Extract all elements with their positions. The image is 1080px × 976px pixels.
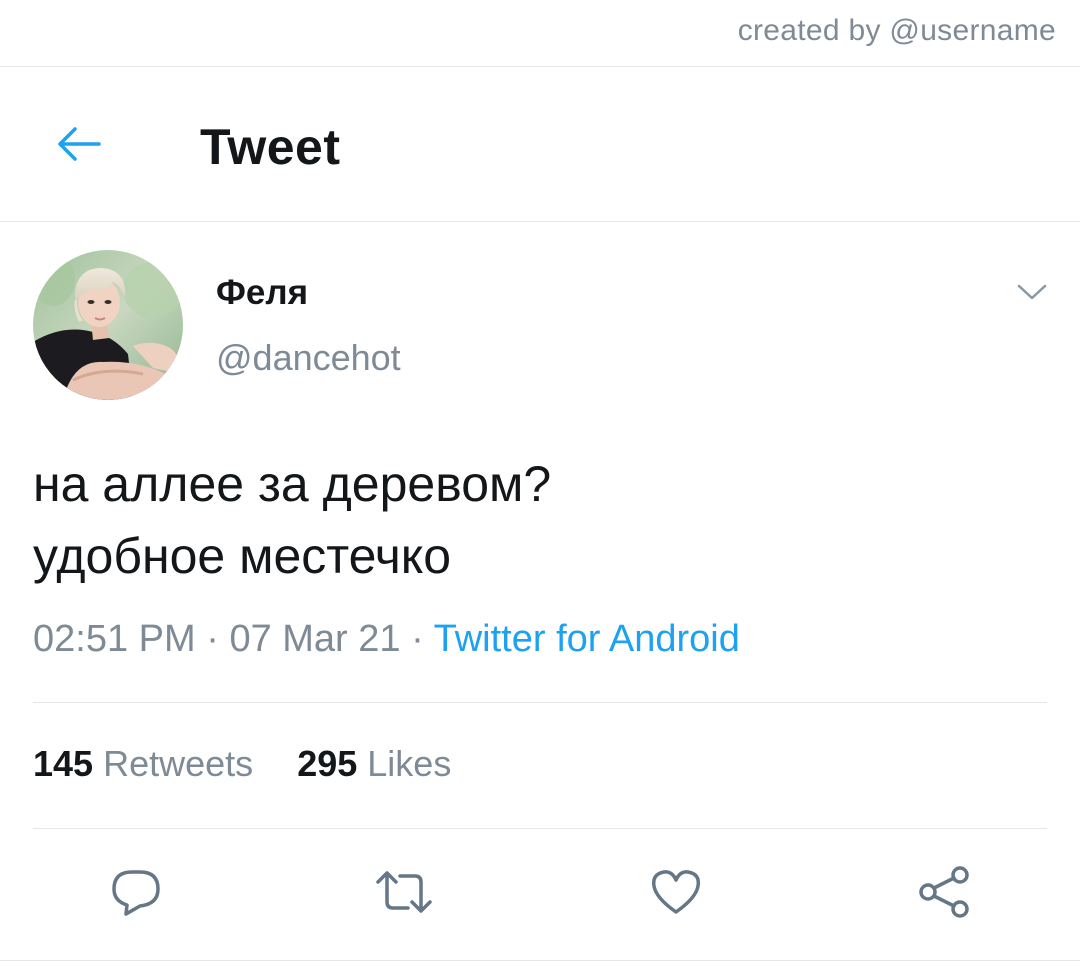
meta-separator: · — [206, 618, 219, 660]
tweet-source-link[interactable]: Twitter for Android — [434, 618, 740, 660]
reply-icon — [108, 864, 164, 925]
user-name[interactable]: Феля — [216, 273, 308, 313]
reply-button[interactable] — [104, 862, 168, 926]
share-button[interactable] — [912, 862, 976, 926]
chevron-down-icon — [1016, 282, 1048, 307]
stats-bottom-divider — [33, 828, 1047, 829]
share-icon — [916, 864, 972, 925]
user-handle[interactable]: @dancehot — [216, 337, 401, 379]
heart-icon — [648, 864, 704, 925]
retweets-stat[interactable]: 145 Retweets — [33, 743, 253, 785]
likes-stat[interactable]: 295 Likes — [297, 743, 451, 785]
meta-separator: · — [411, 618, 424, 660]
likes-count: 295 — [297, 743, 358, 784]
tweet-meta: 02:51 PM · 07 Mar 21 · Twitter for Andro… — [33, 618, 740, 661]
likes-label: Likes — [367, 743, 452, 784]
tweet-text: на аллее за деревом? удобное местечко — [33, 448, 551, 592]
tweet-stats: 145 Retweets 295 Likes — [33, 743, 451, 785]
stats-top-divider — [33, 702, 1047, 703]
like-button[interactable] — [644, 862, 708, 926]
retweet-icon — [374, 864, 434, 925]
tweet-time: 02:51 PM — [33, 618, 196, 660]
page-title: Tweet — [200, 119, 341, 175]
avatar[interactable] — [33, 250, 183, 400]
tweet-text-line: удобное местечко — [33, 528, 452, 584]
bottom-divider — [0, 960, 1080, 961]
back-button[interactable] — [48, 118, 108, 174]
retweet-button[interactable] — [372, 862, 436, 926]
tweet-options-button[interactable] — [1012, 280, 1052, 308]
header-divider — [0, 221, 1080, 222]
retweets-count: 145 — [33, 743, 94, 784]
top-divider — [0, 66, 1080, 67]
retweets-label: Retweets — [103, 743, 254, 784]
avatar-image — [33, 250, 183, 400]
tweet-date: 07 Mar 21 — [229, 618, 401, 660]
watermark-text: created by @username — [737, 14, 1056, 47]
arrow-left-icon — [55, 126, 101, 167]
tweet-text-line: на аллее за деревом? — [33, 456, 552, 512]
